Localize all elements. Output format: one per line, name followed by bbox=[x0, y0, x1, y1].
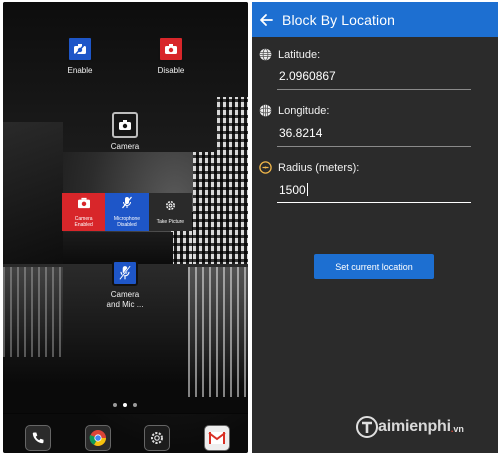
back-arrow-icon[interactable] bbox=[258, 12, 274, 28]
wallpaper-building bbox=[217, 97, 248, 267]
latitude-field[interactable]: 2.0960867 bbox=[279, 69, 469, 83]
set-current-location-button[interactable]: Set current location bbox=[314, 254, 434, 279]
camera-icon bbox=[77, 196, 91, 214]
widget-camera-enabled[interactable]: Camera Enabled bbox=[62, 193, 106, 231]
app-camera[interactable]: Camera bbox=[95, 112, 155, 152]
radius-underline bbox=[277, 202, 471, 203]
wallpaper-building bbox=[193, 152, 219, 267]
wallpaper-building bbox=[3, 122, 63, 272]
watermark-brand: aimienphi bbox=[378, 418, 451, 435]
longitude-field[interactable]: 36.8214 bbox=[279, 126, 469, 140]
watermark: aimienphi . vn bbox=[356, 416, 464, 438]
app-label: Disable bbox=[157, 66, 185, 75]
camera-widget: Camera Enabled Microphone Disabled Take … bbox=[62, 193, 192, 231]
radius-value: 1500 bbox=[279, 183, 306, 197]
text-caret bbox=[306, 183, 308, 196]
longitude-underline bbox=[277, 146, 471, 147]
field-label-text: Latitude: bbox=[278, 48, 321, 61]
app-bar: Block By Location bbox=[252, 2, 498, 37]
camera-enable-icon bbox=[158, 36, 184, 62]
watermark-logo-icon bbox=[356, 416, 378, 438]
wallpaper-reflection bbox=[188, 267, 248, 397]
gear-icon bbox=[164, 199, 177, 217]
radius-field[interactable]: 1500 bbox=[279, 183, 469, 197]
longitude-label: Longitude: bbox=[259, 104, 329, 117]
camera-icon bbox=[112, 112, 138, 138]
gmail-icon[interactable] bbox=[203, 425, 230, 451]
app-label: Camera bbox=[110, 142, 140, 151]
field-label-text: Longitude: bbox=[278, 104, 330, 117]
app-label: Camera and Mic ... bbox=[106, 290, 144, 309]
radius-icon bbox=[259, 161, 272, 174]
camera-disabled-icon bbox=[67, 36, 93, 62]
page-dot-active bbox=[123, 403, 127, 407]
phone-icon[interactable] bbox=[25, 425, 51, 451]
latitude-label: Latitude: bbox=[259, 48, 320, 61]
globe-icon bbox=[259, 48, 272, 61]
chrome-icon[interactable] bbox=[84, 425, 111, 451]
watermark-tld: vn bbox=[453, 424, 464, 434]
page-title: Block By Location bbox=[282, 11, 395, 28]
app-camera-and-mic[interactable]: Camera and Mic ... bbox=[95, 260, 155, 310]
page-indicator bbox=[113, 403, 137, 407]
widget-take-picture[interactable]: Take Picture bbox=[148, 193, 192, 231]
home-screen: Enable Disable Camera Camera Enabled Mic… bbox=[3, 2, 248, 453]
widget-label: Take Picture bbox=[156, 219, 185, 225]
page-dot bbox=[133, 403, 137, 407]
app-label: Enable bbox=[67, 66, 93, 75]
globe-icon bbox=[259, 104, 272, 117]
microphone-disabled-icon bbox=[112, 260, 138, 286]
microphone-disabled-icon bbox=[121, 196, 133, 214]
settings-icon[interactable] bbox=[144, 425, 171, 451]
latitude-underline bbox=[277, 89, 471, 90]
block-by-location-screen: Block By Location Latitude: 2.0960867 Lo… bbox=[252, 2, 498, 453]
widget-microphone-disabled[interactable]: Microphone Disabled bbox=[105, 193, 149, 231]
radius-label: Radius (meters): bbox=[259, 161, 359, 174]
app-enable[interactable]: Enable bbox=[50, 36, 110, 76]
app-dock bbox=[25, 425, 230, 451]
widget-label: Microphone Disabled bbox=[113, 216, 141, 228]
app-disable[interactable]: Disable bbox=[141, 36, 201, 76]
field-label-text: Radius (meters): bbox=[278, 161, 360, 174]
page-dot bbox=[113, 403, 117, 407]
widget-label: Camera Enabled bbox=[74, 216, 93, 228]
wallpaper-reflection bbox=[3, 267, 63, 357]
